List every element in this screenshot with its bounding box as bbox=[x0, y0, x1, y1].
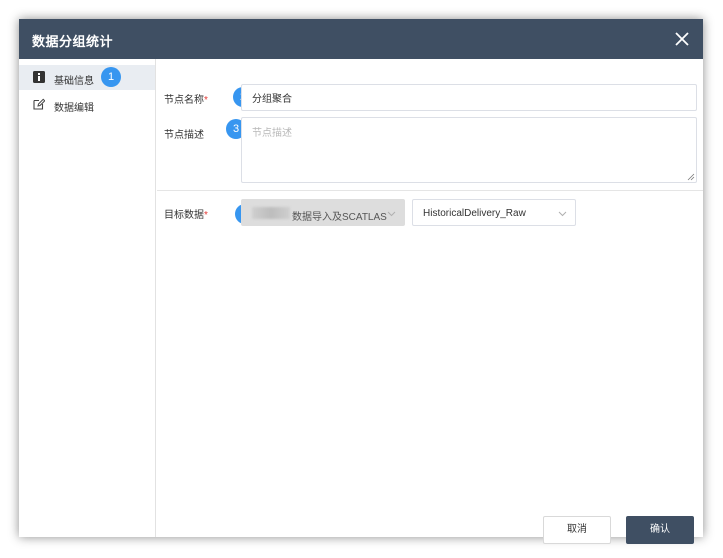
sidebar-item-label: 基础信息 bbox=[54, 76, 94, 87]
sidebar: 基础信息 1 数据编辑 bbox=[19, 59, 156, 537]
chevron-down-icon bbox=[387, 211, 396, 217]
target-data-label: 目标数据* bbox=[164, 206, 208, 221]
sidebar-item-basic-info[interactable]: 基础信息 1 bbox=[19, 65, 155, 90]
node-name-input[interactable] bbox=[241, 84, 697, 111]
dialog-header: 数据分组统计 bbox=[19, 19, 703, 59]
node-desc-label: 节点描述 bbox=[164, 130, 204, 141]
table-select-value: HistoricalDelivery_Raw bbox=[423, 208, 526, 219]
step-badge: 1 bbox=[101, 67, 121, 87]
close-icon bbox=[675, 32, 689, 46]
sidebar-item-data-edit[interactable]: 数据编辑 bbox=[19, 92, 155, 117]
node-name-label: 节点名称* bbox=[164, 91, 208, 106]
chevron-down-icon bbox=[558, 211, 567, 217]
target-data-label-text: 目标数据 bbox=[164, 210, 204, 221]
cancel-button[interactable]: 取消 bbox=[543, 516, 611, 544]
section-divider bbox=[157, 190, 703, 191]
source-select[interactable]: 数据导入及SCATLAS bbox=[241, 199, 405, 226]
edit-icon bbox=[33, 98, 45, 110]
main-panel: 节点名称* 2 节点描述 3 目标数据* 4 数据导入及SCATLAS Hist… bbox=[157, 59, 703, 544]
redacted-block bbox=[252, 207, 290, 219]
resize-grip-icon[interactable] bbox=[687, 173, 695, 181]
sidebar-item-label: 数据编辑 bbox=[54, 103, 94, 114]
required-mark: * bbox=[204, 95, 208, 106]
required-mark: * bbox=[204, 210, 208, 221]
node-name-label-text: 节点名称 bbox=[164, 95, 204, 106]
dialog: 数据分组统计 基础信息 1 数据编辑 节点名称* 分组聚合 节点描述 3 节点描… bbox=[19, 19, 703, 544]
table-select[interactable]: HistoricalDelivery_Raw bbox=[412, 199, 576, 226]
node-desc-textarea[interactable] bbox=[241, 117, 697, 183]
source-select-value: 数据导入及SCATLAS bbox=[292, 212, 387, 223]
info-icon bbox=[33, 71, 45, 83]
close-button[interactable] bbox=[670, 27, 694, 51]
dialog-title: 数据分组统计 bbox=[32, 34, 114, 49]
confirm-button[interactable]: 确认 bbox=[626, 516, 694, 544]
